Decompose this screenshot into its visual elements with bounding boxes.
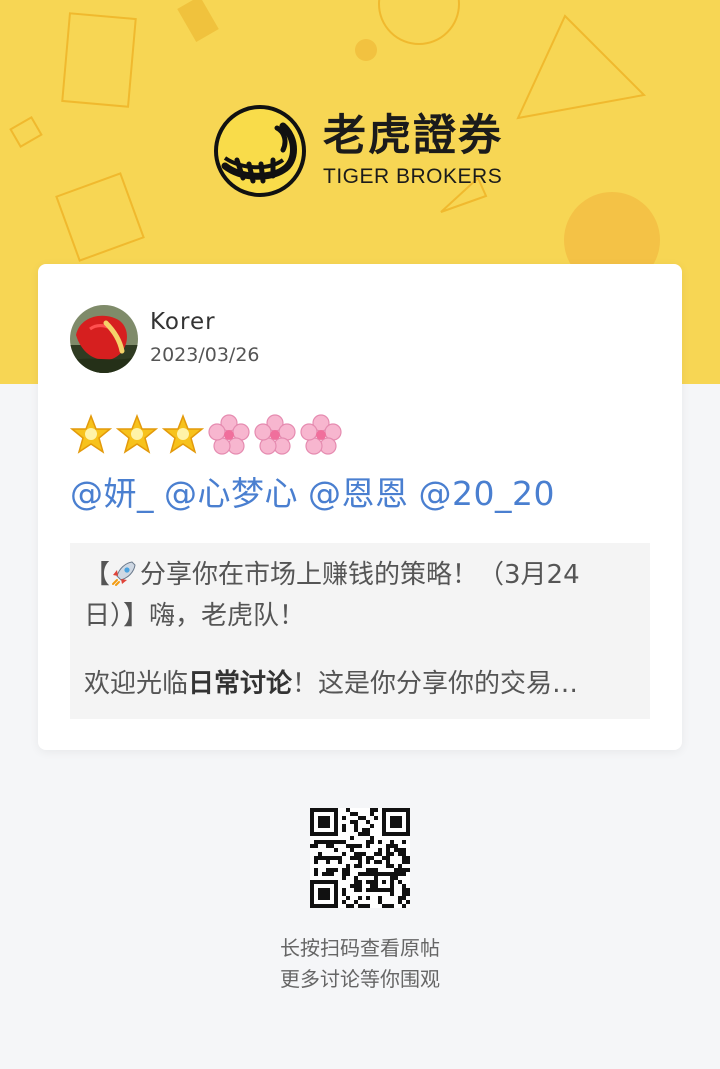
- brand-name-en: TIGER BROKERS: [323, 165, 503, 188]
- cherry-blossom-icon: [208, 414, 250, 455]
- star-icon: [162, 414, 204, 454]
- quote-text: 欢迎光临: [84, 669, 189, 699]
- cherry-blossom-icon: [300, 414, 342, 455]
- quote-text: 分享你在市场上赚钱的策略！（3月24: [140, 560, 580, 590]
- star-icon: [116, 414, 158, 454]
- qr-hint-line-1: 长按扫码查看原帖: [280, 936, 440, 960]
- mention-link[interactable]: @恩恩: [308, 474, 409, 513]
- quote-text: ！这是你分享你的交易…: [292, 669, 579, 699]
- rocket-icon: [112, 561, 136, 586]
- red-anthurium-flower-avatar: [70, 305, 138, 373]
- quote-line-2: 日）】嗨，老虎队！: [84, 601, 306, 631]
- mentions: @妍_ @心梦心 @恩恩 @20_20: [70, 467, 565, 515]
- tiger-logo-icon: [214, 105, 306, 197]
- brand-name-cn: 老虎證券: [323, 111, 503, 161]
- avatar[interactable]: [70, 305, 138, 373]
- quote-line-3: 欢迎光临日常讨论！这是你分享你的交易…: [84, 664, 636, 705]
- post-date: 2023/03/26: [150, 344, 260, 366]
- tiger-brokers-logo: 老虎證券 TIGER BROKERS: [213, 104, 503, 198]
- mention-link[interactable]: @妍_: [70, 474, 154, 513]
- qr-code-icon[interactable]: [310, 808, 410, 908]
- quoted-post[interactable]: 【 分享你在市场上赚钱的策略！（3月24 日）】嗨，老虎队！ 欢迎光临日常讨论！…: [70, 543, 650, 719]
- quote-bold-text: 日常讨论: [188, 669, 293, 699]
- emoji-row: [70, 414, 342, 460]
- author-name[interactable]: Korer: [150, 309, 216, 335]
- mention-link[interactable]: @20_20: [419, 474, 555, 513]
- star-icon: [70, 414, 112, 454]
- post-card[interactable]: Korer 2023/03/26 @妍_ @心梦心 @恩恩 @20_20 【 分…: [38, 264, 682, 750]
- quote-line-1: 【 分享你在市场上赚钱的策略！（3月24: [84, 555, 636, 596]
- qr-hint-line-2: 更多讨论等你围观: [280, 967, 440, 991]
- quote-bracket: 【: [84, 560, 111, 590]
- cherry-blossom-icon: [254, 414, 296, 455]
- mention-link[interactable]: @心梦心: [164, 474, 298, 513]
